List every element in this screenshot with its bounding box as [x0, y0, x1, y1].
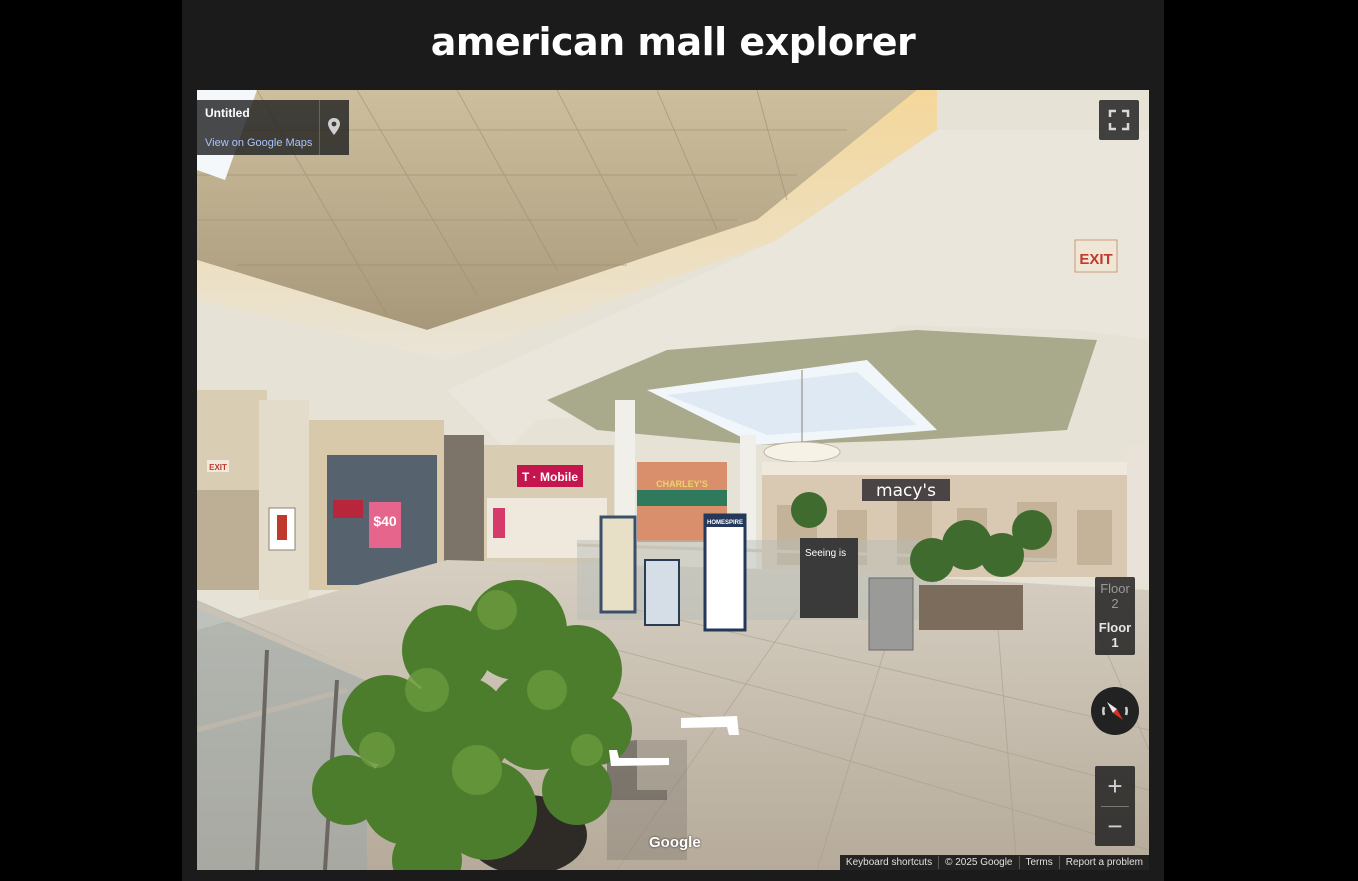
zoom-in-button[interactable]: +: [1095, 766, 1135, 806]
terms-link[interactable]: Terms: [1018, 856, 1059, 869]
fullscreen-button[interactable]: [1099, 100, 1139, 140]
charleys-sign: CHARLEY'S: [656, 479, 708, 489]
exit-sign-right: EXIT: [1079, 251, 1112, 268]
info-divider: [319, 100, 320, 155]
zoom-out-button[interactable]: −: [1095, 806, 1135, 846]
floor-number: 1: [1111, 635, 1119, 650]
exit-sign-left: EXIT: [209, 463, 227, 472]
fullscreen-icon: [1108, 109, 1130, 131]
mall-interior-scene[interactable]: EXIT EXIT $40 T · Mobile CHARLEY'S macy'…: [197, 90, 1149, 870]
tmobile-store-sign: T · Mobile: [522, 470, 578, 484]
google-logo: Google: [649, 834, 701, 851]
keyboard-shortcuts-link[interactable]: Keyboard shortcuts: [840, 856, 938, 869]
street-view-panorama[interactable]: EXIT EXIT $40 T · Mobile CHARLEY'S macy'…: [197, 90, 1149, 870]
floor-2-button[interactable]: Floor 2: [1095, 577, 1135, 616]
kiosk-ad-text: Seeing is: [805, 548, 846, 559]
map-pin-icon[interactable]: [325, 116, 343, 138]
report-problem-link[interactable]: Report a problem: [1058, 856, 1149, 869]
compass-icon: [1102, 702, 1128, 720]
directory-sign: HOMESPIRE: [707, 520, 743, 526]
copyright-text: © 2025 Google: [938, 856, 1018, 869]
floor-selector: Floor 2 Floor 1: [1095, 577, 1135, 655]
zoom-control: + −: [1095, 766, 1135, 846]
sale-sign: $40: [373, 513, 397, 529]
compass-button[interactable]: [1091, 687, 1139, 735]
place-title: Untitled: [205, 106, 250, 120]
floor-label: Floor: [1098, 620, 1132, 635]
floor-label: Floor: [1100, 581, 1130, 596]
page: american mall explorer EXIT EXIT $40 T ·…: [182, 0, 1164, 881]
view-on-google-maps-link[interactable]: View on Google Maps: [205, 137, 312, 149]
page-title: american mall explorer: [430, 20, 916, 64]
floor-1-button[interactable]: Floor 1: [1095, 616, 1135, 655]
macys-store-sign: macy's: [876, 481, 936, 501]
attribution-bar: Keyboard shortcuts © 2025 Google Terms R…: [839, 855, 1149, 870]
place-info-card: Untitled View on Google Maps: [197, 100, 349, 155]
floor-number: 2: [1111, 596, 1119, 611]
